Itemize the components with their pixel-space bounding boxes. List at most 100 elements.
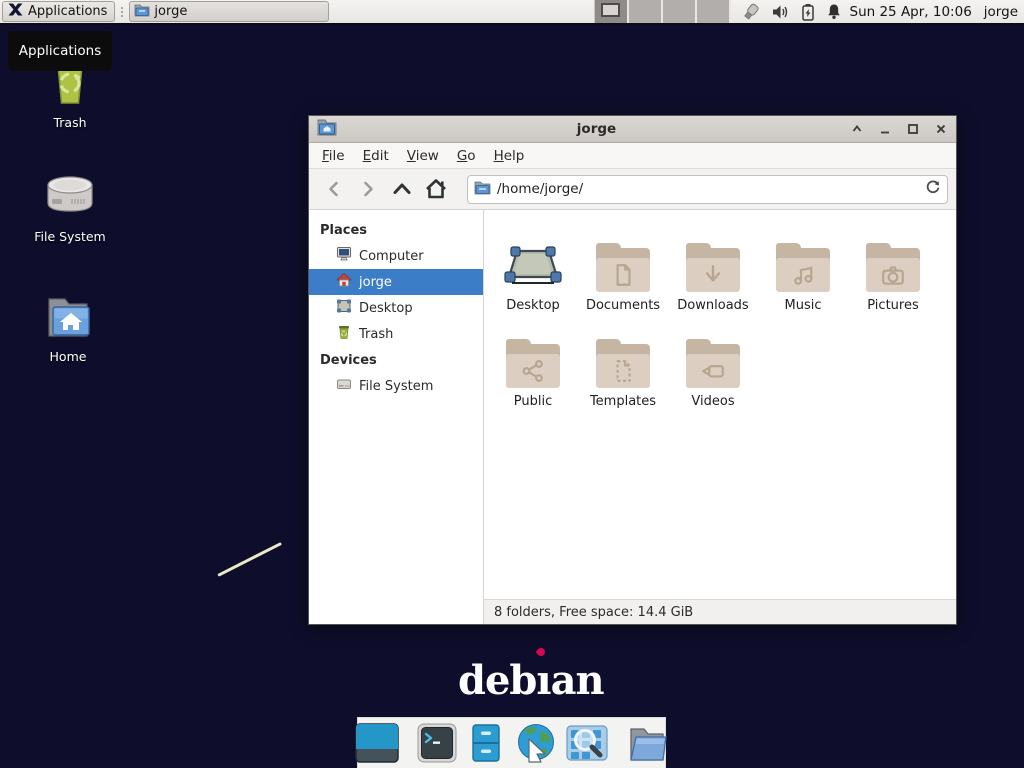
sidebar-item-filesystem[interactable]: File System [309,373,483,399]
maximize-button[interactable] [906,122,920,136]
folder-item-label: Downloads [677,299,748,316]
sidebar-item-desktop[interactable]: Desktop [309,295,483,321]
folder-item-pictures[interactable]: Pictures [848,220,938,316]
workspace-1[interactable] [595,0,629,23]
debian-red-dot [536,646,547,657]
home-folder-icon [42,293,94,343]
terminal-launcher[interactable] [417,723,457,763]
desktop-icon-trash-label: Trash [53,115,86,130]
documents-folder-icon [596,248,650,292]
menu-view[interactable]: View [398,145,448,167]
reload-icon[interactable] [925,179,941,199]
workspace-3[interactable] [663,0,697,23]
drive-icon [336,376,352,396]
sidebar-places-header: Places [309,217,483,243]
folder-item-label: Templates [590,395,656,412]
folder-item-documents[interactable]: Documents [578,220,668,316]
menu-edit[interactable]: Edit [354,145,398,167]
panel-handle[interactable] [118,4,125,20]
sidebar-item-trash[interactable]: Trash [309,321,483,347]
folder-item-public[interactable]: Public [488,316,578,412]
menu-file[interactable]: File [313,145,354,167]
web-browser-launcher[interactable] [515,722,557,764]
folder-item-videos[interactable]: Videos [668,316,758,412]
workspace-window-preview [601,3,620,17]
app-finder-launcher[interactable] [566,723,608,763]
show-desktop-button[interactable] [355,723,399,763]
hard-drive-icon [44,173,96,223]
tooltip-text: Applications [19,43,101,59]
home-icon [336,272,352,292]
address-text[interactable]: /home/jorge/ [497,181,919,197]
volume-icon[interactable] [772,4,790,20]
file-manager-window: jorge File Edit View Go Help [308,115,957,625]
xfce-applications-icon [7,1,24,22]
workspace-2[interactable] [629,0,663,23]
status-text: 8 folders, Free space: 14.4 GiB [494,605,693,620]
applications-menu-button[interactable]: Applications [2,1,115,22]
folder-view[interactable]: Desktop Documents [484,210,956,599]
notification-bell-icon[interactable] [826,3,842,20]
desktop-surface-icon [504,242,562,292]
applications-tooltip: Applications [8,31,112,71]
window-folder-icon [317,118,337,140]
forward-button[interactable] [351,174,385,204]
workspace-4[interactable] [697,0,731,23]
close-button[interactable] [934,122,948,136]
folder-item-label: Music [785,299,822,316]
computer-icon [336,246,352,266]
public-folder-icon [506,344,560,388]
sidebar-item-label: Desktop [359,301,413,316]
up-button[interactable] [385,174,419,204]
folder-item-downloads[interactable]: Downloads [668,220,758,316]
folder-item-label: Desktop [506,299,560,316]
desktop-line-artifact [217,542,282,577]
desktop-icon-home-label: Home [50,349,87,364]
back-button[interactable] [317,174,351,204]
debian-wordmark-part1: deb [458,657,536,704]
folder-item-label: Documents [586,299,660,316]
folder-item-label: Videos [691,395,734,412]
menubar: File Edit View Go Help [309,143,956,169]
taskbar-window-button[interactable]: jorge [129,1,329,22]
desktop-icon [336,298,352,318]
debian-wordmark: debıan [458,661,604,701]
folder-item-music[interactable]: Music [758,220,848,316]
folder-shortcut[interactable] [626,723,668,763]
menu-go[interactable]: Go [448,145,485,167]
sidebar-item-label: File System [359,379,433,394]
folder-item-desktop[interactable]: Desktop [488,220,578,316]
panel-clock[interactable]: Sun 25 Apr, 10:06 [850,4,972,20]
top-panel: Applications jorge [0,0,1024,25]
path-folder-icon [474,180,491,199]
desktop-icon-filesystem-label: File System [34,229,106,244]
templates-folder-icon [596,344,650,388]
applications-menu-label: Applications [28,4,107,19]
sidebar-item-jorge[interactable]: jorge [309,269,483,295]
home-button[interactable] [419,174,453,204]
workspace-switcher [594,0,731,23]
desktop-icon-home[interactable]: Home [20,293,116,364]
system-tray [741,3,842,21]
file-manager-launcher[interactable] [466,723,506,763]
path-bar[interactable]: /home/jorge/ [467,175,948,204]
menu-help[interactable]: Help [485,145,534,167]
debian-wordmark-i: ı [536,657,550,704]
shade-button[interactable] [850,122,864,136]
window-title: jorge [343,121,850,137]
sidebar-devices-header: Devices [309,347,483,373]
sidebar-item-label: Trash [359,327,393,342]
desktop-icon-filesystem[interactable]: File System [22,173,118,244]
music-folder-icon [776,248,830,292]
pictures-folder-icon [866,248,920,292]
trash-small-icon [336,324,352,344]
panel-username[interactable]: jorge [984,4,1018,20]
folder-item-templates[interactable]: Templates [578,316,668,412]
sidebar-item-computer[interactable]: Computer [309,243,483,269]
minimize-button[interactable] [878,122,892,136]
battery-icon[interactable] [801,3,815,21]
sidebar: Places Computer [309,210,484,624]
removable-media-icon[interactable] [741,3,761,21]
titlebar[interactable]: jorge [309,116,956,143]
taskbar-window-label: jorge [154,4,187,19]
